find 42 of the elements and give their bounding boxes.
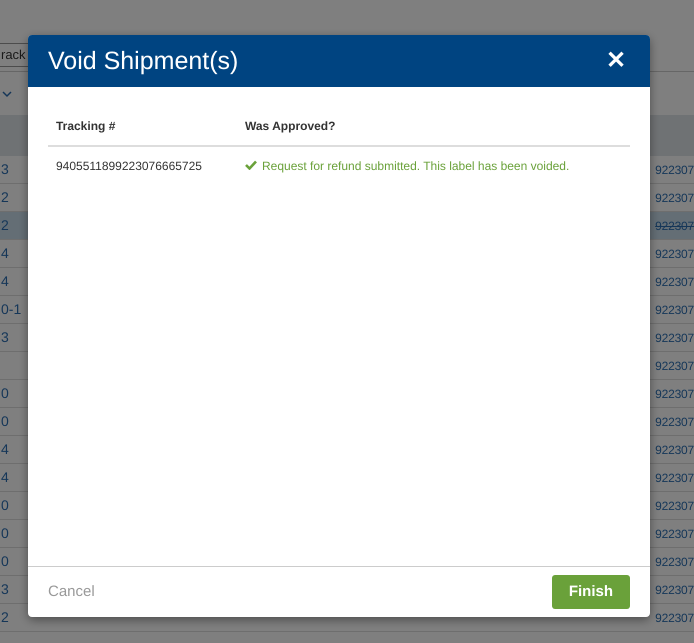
tracking-link[interactable]: 922307 [655, 468, 694, 486]
tracking-link[interactable]: 922307 [655, 272, 694, 290]
tracking-link[interactable]: 922307 [655, 216, 694, 234]
tracking-link[interactable]: 922307 [655, 300, 694, 318]
table-cell-text: 0 [1, 524, 9, 543]
table-cell-text: 2 [1, 188, 9, 207]
tracking-link[interactable]: 922307 [655, 160, 694, 178]
tracking-link[interactable]: 922307 [655, 524, 694, 542]
table-cell-text: 0 [1, 412, 9, 431]
table-cell-text: 2 [1, 216, 9, 235]
table-cell-text: 4 [1, 468, 9, 487]
table-cell-text: 3 [1, 328, 9, 347]
tracking-link[interactable]: 922307 [655, 384, 694, 402]
tracking-link[interactable]: 922307 [655, 356, 694, 374]
column-header: Was Approved? [237, 109, 630, 146]
table-cell-text: 2 [1, 608, 9, 627]
table-cell-text: 0 [1, 384, 9, 403]
finish-button[interactable]: Finish [552, 574, 630, 610]
chevron-icon[interactable] [2, 90, 12, 98]
tracking-link[interactable]: 922307 [655, 328, 694, 346]
table-cell-text: 4 [1, 244, 9, 263]
tracking-link[interactable]: 922307 [655, 580, 694, 598]
status-message: Request for refund submitted. This label has been voided. [262, 159, 570, 173]
table-cell-text: 0 [1, 496, 9, 515]
tracking-link[interactable]: 922307 [655, 412, 694, 430]
table-cell-text: 3 [1, 160, 9, 179]
table-cell-text: 4 [1, 272, 9, 291]
table-cell-text: 4 [1, 440, 9, 459]
tracking-link[interactable]: 922307 [655, 608, 694, 626]
tracking-number: 9405511899223076665725 [48, 146, 237, 185]
tracking-link[interactable]: 922307 [655, 244, 694, 262]
column-header: Tracking # [48, 109, 237, 146]
tracking-link[interactable]: 922307 [655, 496, 694, 514]
tracking-link[interactable]: 922307 [655, 552, 694, 570]
dialog-title: Void Shipment(s) [48, 46, 238, 76]
table-cell-text: 0-1 [1, 300, 22, 319]
tracking-link[interactable]: 922307 [655, 188, 694, 206]
close-button[interactable]: ✕ [606, 49, 626, 73]
tracking-link[interactable]: 922307 [655, 440, 694, 458]
table-cell-text: 3 [1, 580, 9, 599]
cancel-button[interactable]: Cancel [48, 580, 95, 604]
table-cell-text: 0 [1, 552, 9, 571]
